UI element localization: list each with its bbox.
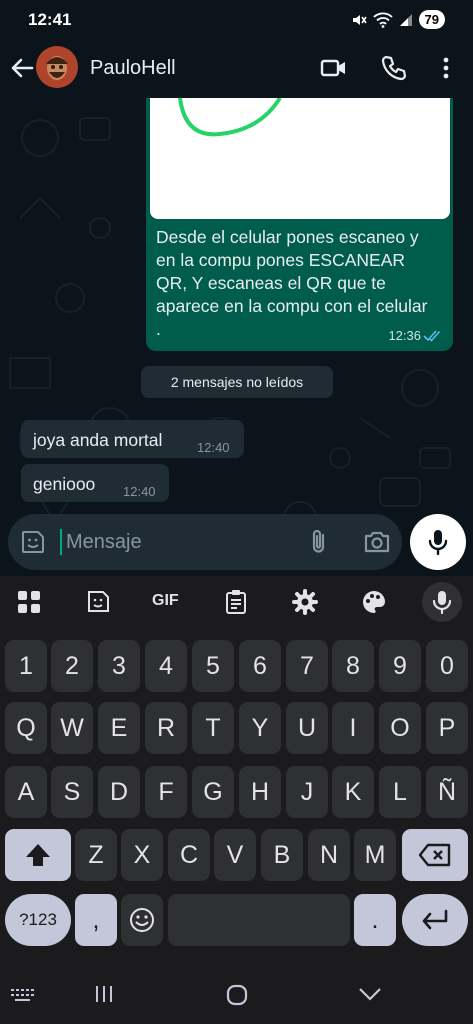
status-icons: 79 xyxy=(351,10,445,29)
clipboard-icon[interactable] xyxy=(222,588,250,616)
key-m[interactable]: M xyxy=(354,829,396,881)
status-bar: 12:41 79 xyxy=(0,0,473,40)
message-text: joya anda mortal xyxy=(33,430,163,450)
key-w[interactable]: W xyxy=(51,702,93,754)
backspace-key[interactable] xyxy=(402,829,468,881)
key-6[interactable]: 6 xyxy=(239,640,281,692)
incoming-message[interactable]: joya anda mortal 12:40 xyxy=(21,420,244,458)
key-g[interactable]: G xyxy=(192,766,234,818)
key-p[interactable]: P xyxy=(426,702,468,754)
key-a[interactable]: A xyxy=(5,766,47,818)
key-j[interactable]: J xyxy=(286,766,328,818)
key-e[interactable]: E xyxy=(98,702,140,754)
period-key[interactable]: . xyxy=(354,894,396,946)
back-arrow-icon[interactable] xyxy=(8,54,36,82)
microphone-icon xyxy=(428,530,448,556)
read-receipt-icon xyxy=(423,330,441,342)
keyboard-toggle-icon[interactable] xyxy=(10,988,36,1004)
key-q[interactable]: Q xyxy=(5,702,47,754)
enter-key[interactable] xyxy=(402,894,468,946)
camera-icon[interactable] xyxy=(363,529,391,555)
backspace-icon xyxy=(418,843,451,867)
gif-button[interactable]: GIF xyxy=(152,592,179,610)
key-s[interactable]: S xyxy=(51,766,93,818)
video-call-icon[interactable] xyxy=(320,54,348,82)
emoji-sticker-icon[interactable] xyxy=(20,529,46,555)
emoji-key[interactable] xyxy=(121,894,163,946)
voice-input-button[interactable] xyxy=(422,582,462,622)
key-n-tilde[interactable]: Ñ xyxy=(426,766,468,818)
key-4[interactable]: 4 xyxy=(145,640,187,692)
message-time: 12:40 xyxy=(123,484,156,499)
key-3[interactable]: 3 xyxy=(98,640,140,692)
key-n[interactable]: N xyxy=(308,829,350,881)
text-cursor xyxy=(60,529,62,555)
key-f[interactable]: F xyxy=(145,766,187,818)
home-icon[interactable] xyxy=(226,984,248,1006)
key-b[interactable]: B xyxy=(261,829,303,881)
message-input[interactable] xyxy=(66,526,286,558)
key-l[interactable]: L xyxy=(379,766,421,818)
back-chevron-icon[interactable] xyxy=(358,986,382,1002)
space-bar[interactable] xyxy=(168,894,350,946)
voice-call-icon[interactable] xyxy=(380,54,408,82)
more-options-icon[interactable] xyxy=(432,54,460,82)
key-5[interactable]: 5 xyxy=(192,640,234,692)
message-text: geniooo xyxy=(33,474,96,494)
comma-key[interactable]: , xyxy=(75,894,117,946)
voice-message-button[interactable] xyxy=(410,514,466,570)
apps-grid-icon[interactable] xyxy=(15,588,43,616)
shift-key[interactable] xyxy=(5,829,71,881)
key-z[interactable]: Z xyxy=(75,829,117,881)
key-2[interactable]: 2 xyxy=(51,640,93,692)
outgoing-message[interactable]: Desde el celular pones escaneo y en la c… xyxy=(146,98,453,351)
message-text: Desde el celular pones escaneo y en la c… xyxy=(156,227,428,339)
status-time: 12:41 xyxy=(28,10,72,29)
key-h[interactable]: H xyxy=(239,766,281,818)
sticker-icon[interactable] xyxy=(84,588,112,616)
wifi-icon xyxy=(372,12,393,28)
key-v[interactable]: V xyxy=(214,829,256,881)
system-navigation-bar xyxy=(0,966,473,1024)
mute-icon xyxy=(352,14,367,25)
key-9[interactable]: 9 xyxy=(379,640,421,692)
unread-messages-banner: 2 mensajes no leídos xyxy=(141,366,333,398)
message-time: 12:36 xyxy=(388,328,421,343)
theme-palette-icon[interactable] xyxy=(360,588,388,616)
key-i[interactable]: I xyxy=(332,702,374,754)
incoming-message[interactable]: geniooo 12:40 xyxy=(21,464,169,502)
recent-apps-icon[interactable] xyxy=(94,984,114,1004)
emoji-smile-icon xyxy=(130,908,154,932)
chat-area[interactable]: Desde el celular pones escaneo y en la c… xyxy=(0,98,473,576)
shift-arrow-icon xyxy=(26,844,50,866)
key-t[interactable]: T xyxy=(192,702,234,754)
key-8[interactable]: 8 xyxy=(332,640,374,692)
contact-name[interactable]: PauloHell xyxy=(90,57,176,80)
key-7[interactable]: 7 xyxy=(286,640,328,692)
key-u[interactable]: U xyxy=(286,702,328,754)
attach-icon[interactable] xyxy=(306,528,332,556)
on-screen-keyboard: GIF 1 2 3 4 5 6 7 8 9 0 Q W E R T Y U I … xyxy=(0,576,473,966)
key-c[interactable]: C xyxy=(168,829,210,881)
message-composer xyxy=(8,514,402,570)
key-1[interactable]: 1 xyxy=(5,640,47,692)
avatar[interactable] xyxy=(36,46,78,88)
message-time: 12:40 xyxy=(197,440,230,455)
key-k[interactable]: K xyxy=(332,766,374,818)
microphone-icon xyxy=(432,591,452,615)
key-r[interactable]: R xyxy=(145,702,187,754)
enter-arrow-icon xyxy=(422,909,448,930)
shared-image[interactable] xyxy=(150,98,450,219)
symbols-key[interactable]: ?123 xyxy=(5,894,71,946)
key-0[interactable]: 0 xyxy=(426,640,468,692)
chat-header: PauloHell xyxy=(0,40,473,98)
key-y[interactable]: Y xyxy=(239,702,281,754)
key-o[interactable]: O xyxy=(379,702,421,754)
signal-icon xyxy=(399,13,412,26)
battery-indicator: 79 xyxy=(418,10,445,29)
key-x[interactable]: X xyxy=(121,829,163,881)
settings-gear-icon[interactable] xyxy=(291,588,319,616)
key-d[interactable]: D xyxy=(98,766,140,818)
